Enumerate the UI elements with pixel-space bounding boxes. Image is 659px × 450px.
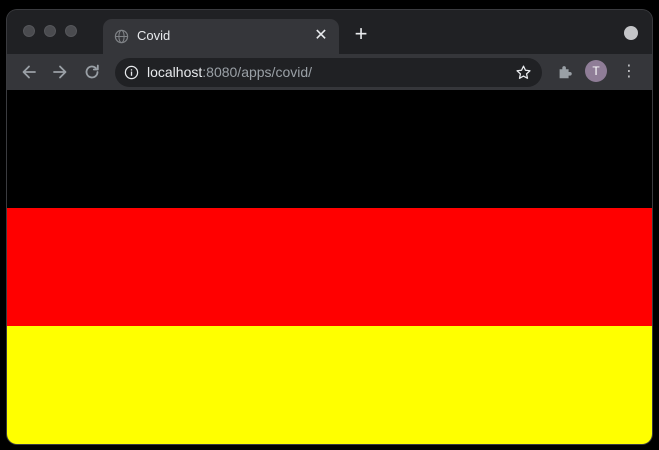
back-arrow-icon[interactable] bbox=[19, 62, 39, 82]
title-bar: Covid ✕ + bbox=[7, 10, 652, 54]
url-host: localhost bbox=[147, 64, 203, 80]
profile-avatar[interactable]: T bbox=[585, 60, 607, 82]
bookmark-star-icon[interactable] bbox=[515, 64, 532, 81]
flag-stripe-black bbox=[7, 90, 652, 208]
close-tab-icon[interactable]: ✕ bbox=[311, 26, 331, 46]
tab-covid[interactable]: Covid ✕ bbox=[103, 19, 339, 54]
flag-stripe-red bbox=[7, 208, 652, 326]
extension-badge-icon[interactable] bbox=[624, 26, 638, 40]
close-window-button[interactable] bbox=[23, 25, 35, 37]
url-path: :8080/apps/covid/ bbox=[202, 64, 313, 80]
more-menu-icon[interactable]: ⋮ bbox=[621, 63, 637, 81]
url-text[interactable]: localhost:8080/apps/covid/ bbox=[147, 64, 312, 80]
address-bar[interactable]: localhost:8080/apps/covid/ bbox=[115, 58, 542, 87]
info-icon[interactable] bbox=[124, 65, 139, 80]
window-controls bbox=[23, 25, 77, 37]
browser-window: Covid ✕ + localhost:8080/apps/covid/ T ⋮ bbox=[7, 10, 652, 444]
toolbar: localhost:8080/apps/covid/ T ⋮ bbox=[7, 54, 652, 90]
puzzle-piece-icon[interactable] bbox=[556, 63, 574, 81]
new-tab-icon[interactable]: + bbox=[349, 23, 373, 47]
zoom-window-button[interactable] bbox=[65, 25, 77, 37]
forward-arrow-icon[interactable] bbox=[50, 62, 70, 82]
tab-title: Covid bbox=[137, 28, 171, 43]
globe-icon bbox=[114, 29, 129, 44]
flag-stripe-yellow bbox=[7, 326, 652, 444]
reload-icon[interactable] bbox=[82, 62, 102, 82]
page-content bbox=[7, 90, 652, 444]
minimize-window-button[interactable] bbox=[44, 25, 56, 37]
